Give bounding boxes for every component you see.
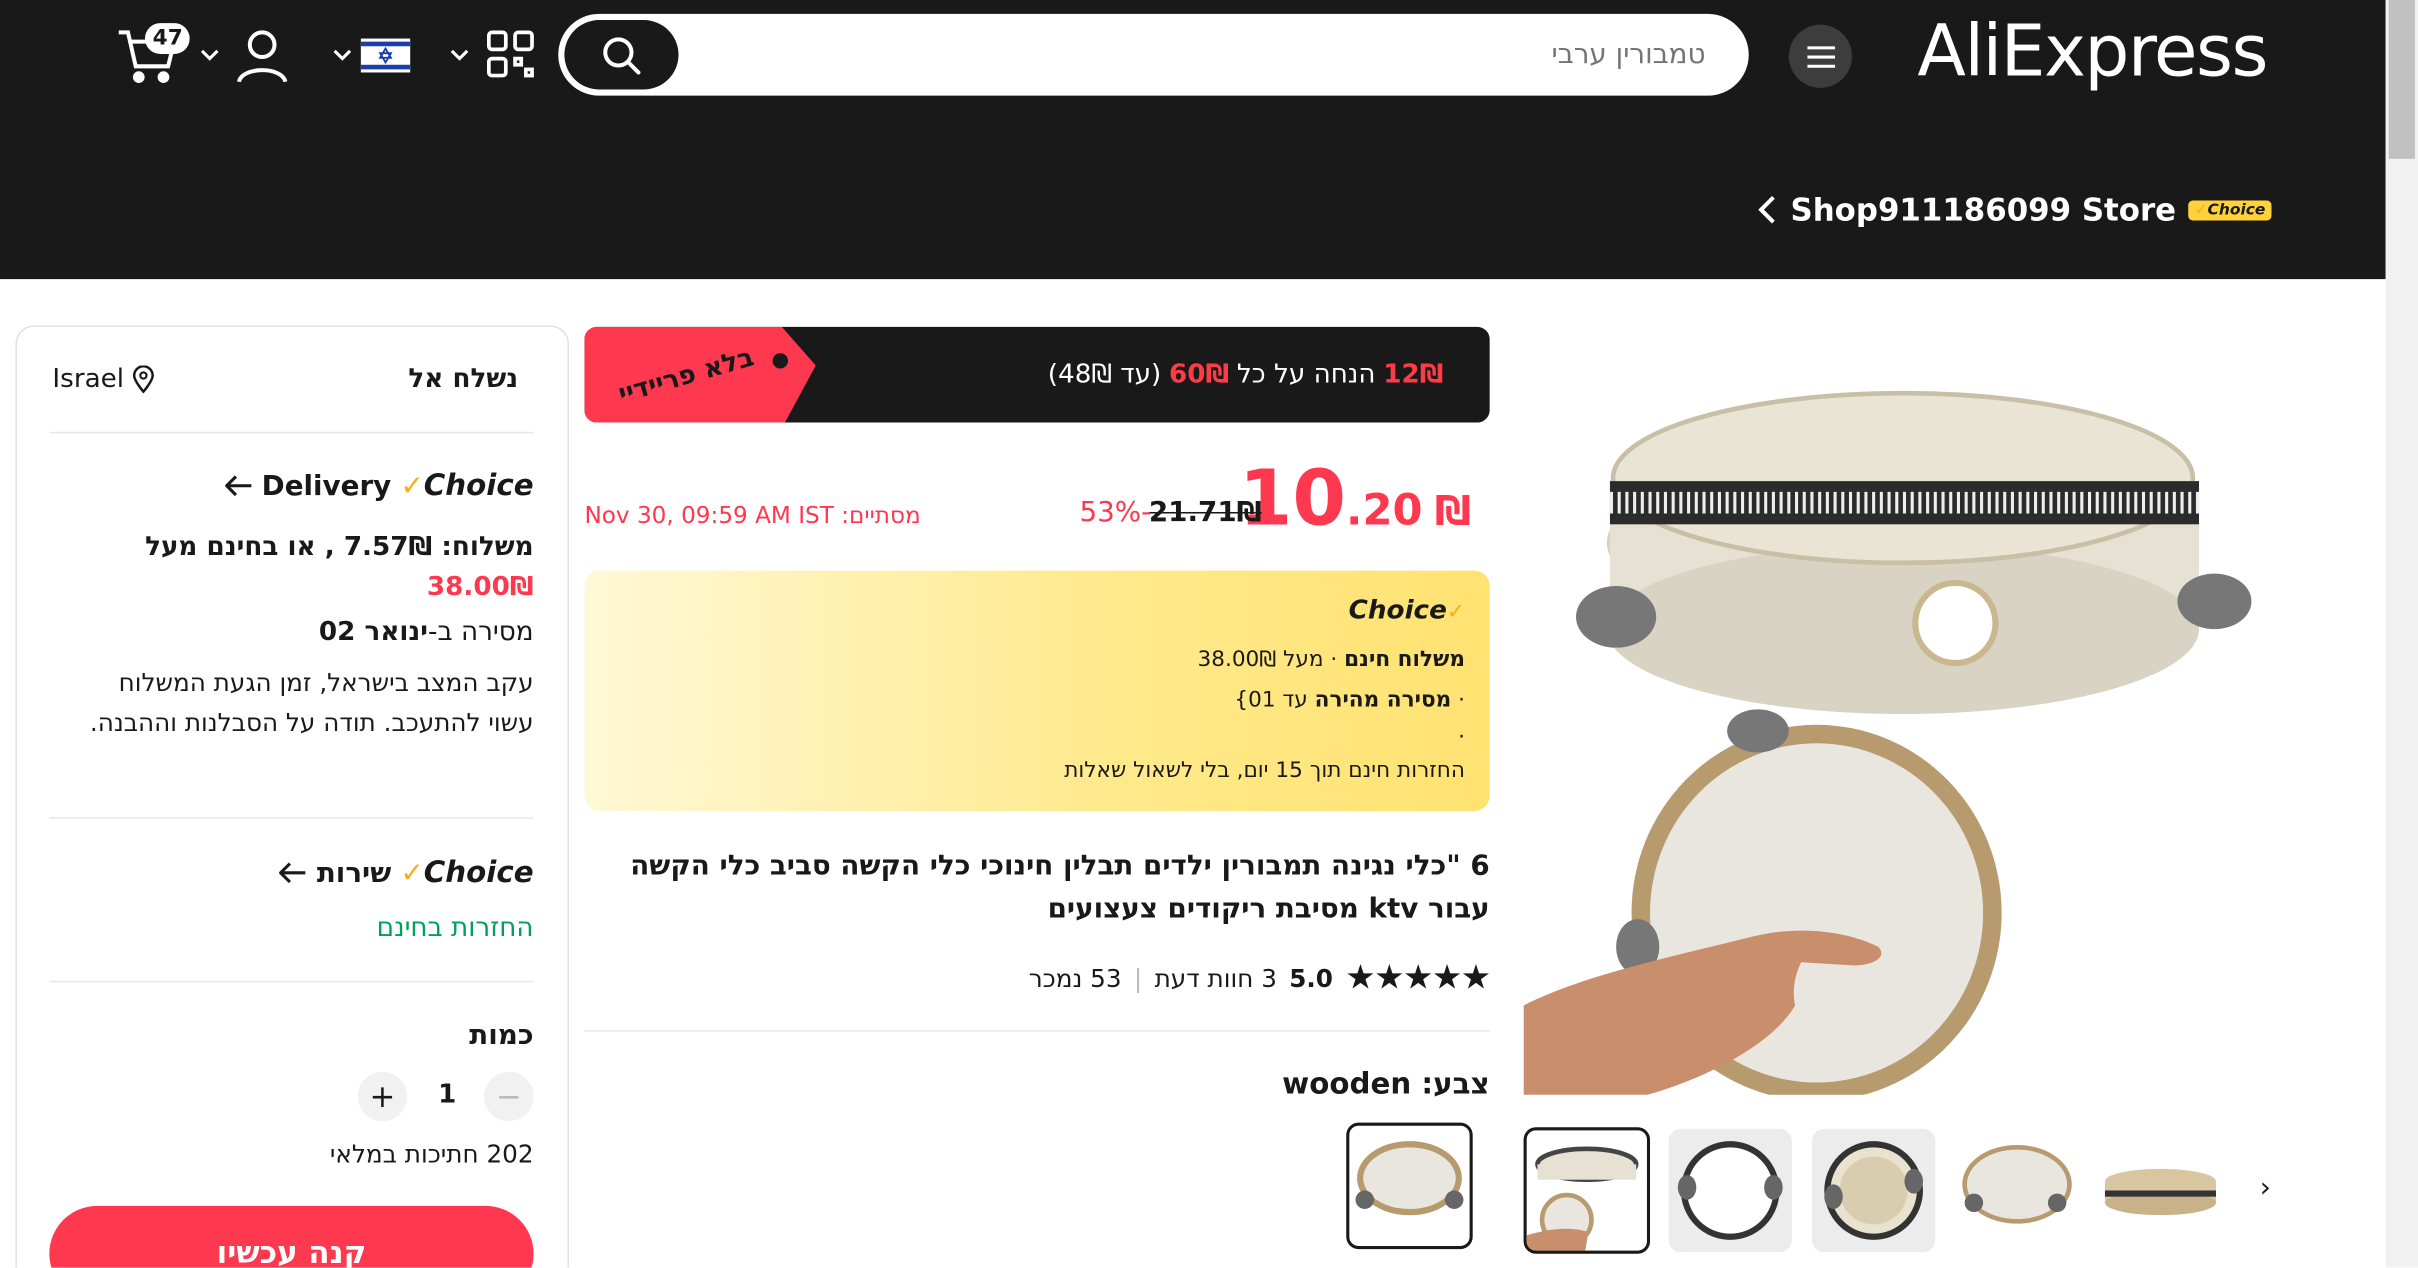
rating-value: 5.0 xyxy=(1289,963,1333,994)
main-product-image[interactable] xyxy=(1523,326,2286,1095)
account-button[interactable] xyxy=(231,25,293,87)
search-input[interactable] xyxy=(780,13,1706,96)
qr-chevron-down-icon[interactable] xyxy=(447,43,472,68)
cart-count-badge: 47 xyxy=(144,23,191,54)
free-shipping-line: משלוח חינם · מעל 38.00₪ xyxy=(1197,647,1465,673)
original-price: 21.71₪ xyxy=(1148,496,1262,529)
rating-row[interactable]: ★★★★★ 5.0 3 חוות דעת | 53 נמכר xyxy=(1028,959,1491,998)
israel-flag-icon[interactable] xyxy=(360,38,411,73)
divider xyxy=(584,1030,1490,1032)
quantity-decrease-button[interactable]: − xyxy=(484,1071,534,1122)
store-choice-badge: ✓Choice xyxy=(2188,199,2272,220)
sale-ends: מסתיים: Nov 30, 09:59 AM IST xyxy=(584,501,921,529)
separator: | xyxy=(1133,963,1143,994)
divider xyxy=(49,817,534,819)
stock-note: 202 חתיכות במלאי xyxy=(329,1139,534,1169)
thumbnail-3[interactable] xyxy=(1811,1128,1936,1253)
reviews-count[interactable]: 3 חוות דעת xyxy=(1155,964,1277,993)
user-icon xyxy=(237,30,288,83)
scrollbar-thumb[interactable] xyxy=(2388,0,2415,159)
fast-delivery-line: · מסירה מהירה עד 01} xyxy=(1234,687,1465,713)
hamburger-icon xyxy=(1806,45,1835,68)
quantity-value[interactable]: 1 xyxy=(432,1079,463,1110)
service-choice-header[interactable]: שירות ✓Choice xyxy=(279,856,534,890)
cart-chevron-down-icon[interactable] xyxy=(197,43,222,68)
buy-now-button[interactable]: קנה עכשיו xyxy=(49,1205,534,1268)
store-name: Shop911186099 Store xyxy=(1790,191,2177,229)
choice-benefits-box[interactable]: ✓Choice משלוח חינם · מעל 38.00₪ · מסירה … xyxy=(584,570,1490,812)
sold-count: 53 נמכר xyxy=(1028,963,1122,994)
divider xyxy=(49,980,534,983)
flag-chevron-down-icon[interactable] xyxy=(330,43,355,68)
choice-bullet: · xyxy=(1458,724,1465,750)
color-option-wooden[interactable] xyxy=(1346,1122,1473,1250)
current-price: ₪ 10.20 xyxy=(1238,453,1472,543)
promo-banner[interactable]: בלא פריידיי 12₪ הנחה על כל 60₪ (עד 48₪) xyxy=(584,326,1490,423)
arrow-left-icon xyxy=(279,862,307,884)
menu-button[interactable] xyxy=(1788,24,1853,88)
thumbnail-next-arrow-icon[interactable]: › xyxy=(2245,1147,2286,1228)
free-returns-line: החזרות חינם תוך 15 יום, בלי לשאול שאלות xyxy=(1064,758,1465,784)
color-label: צבע: wooden xyxy=(1282,1067,1490,1102)
thumbnail-1[interactable] xyxy=(1523,1127,1651,1254)
rating-stars-icon: ★★★★★ xyxy=(1345,959,1491,998)
thumbnail-5[interactable] xyxy=(2098,1128,2223,1253)
purchase-panel xyxy=(15,325,570,1268)
search-button[interactable] xyxy=(564,20,679,90)
page-scrollbar[interactable] xyxy=(2385,0,2418,1268)
quantity-increase-button[interactable]: + xyxy=(357,1071,408,1122)
delay-note: עקב המצב בישראל, זמן הגעת המשלוח עשוי לה… xyxy=(89,667,534,738)
thumbnail-4[interactable] xyxy=(1955,1128,2079,1253)
store-link[interactable]: Shop911186099 Store ✓Choice xyxy=(1757,191,2272,228)
search-icon xyxy=(603,36,641,74)
search-bar xyxy=(558,13,1749,96)
free-returns-text: החזרות בחינם xyxy=(376,912,534,944)
ship-to-label: נשלח אל xyxy=(408,363,519,395)
app-download-button[interactable] xyxy=(484,28,536,80)
thumbnail-2[interactable] xyxy=(1668,1128,1792,1253)
aliexpress-logo[interactable]: AliExpress xyxy=(1917,9,2268,92)
arrow-left-icon xyxy=(224,475,251,497)
chevron-left-icon xyxy=(1758,195,1775,224)
location-pin-icon xyxy=(133,365,155,394)
delivery-choice-header[interactable]: Delivery ✓Choice xyxy=(224,469,534,503)
divider xyxy=(49,431,534,434)
product-title: 6 "כלי נגינה תמבורין ילדים תבלין חינוכי … xyxy=(630,849,1490,926)
choice-logo: ✓Choice xyxy=(1348,595,1465,627)
qr-code-icon xyxy=(486,30,534,78)
shipping-cost: משלוח: 7.57₪ , או בחינם מעל 38.00₪ xyxy=(145,532,534,603)
ship-to-location[interactable]: Israel xyxy=(52,364,155,395)
delivery-date: מסירה ב-ינואר 02 xyxy=(318,616,534,648)
promo-text: 12₪ הנחה על כל 60₪ (עד 48₪) xyxy=(1047,359,1444,391)
quantity-label: כמות xyxy=(469,1019,534,1052)
discount-percent: 53%- xyxy=(1079,496,1152,529)
